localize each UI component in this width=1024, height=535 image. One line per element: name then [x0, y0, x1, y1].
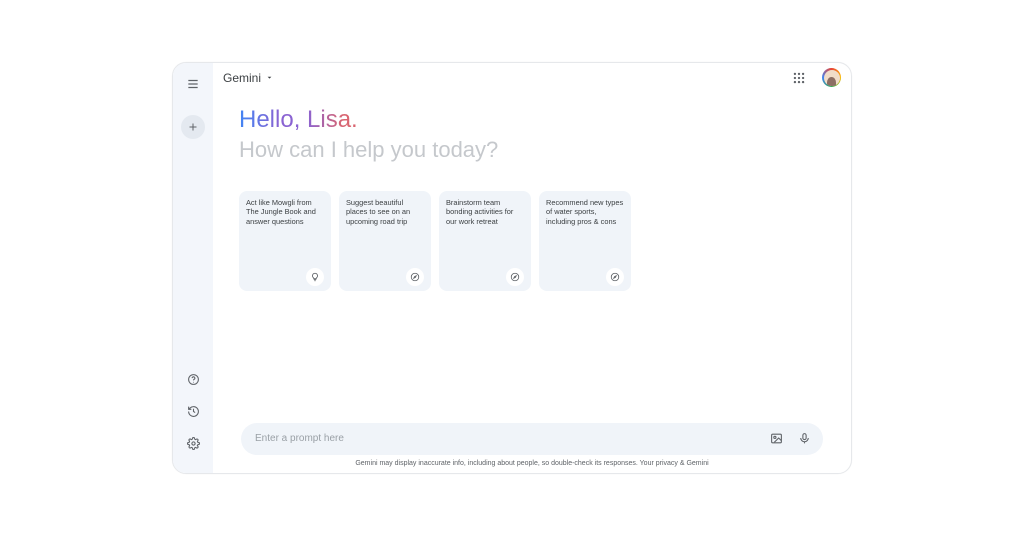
card-icon-compass [506, 268, 524, 286]
avatar-image [824, 70, 840, 86]
menu-button[interactable] [180, 71, 206, 97]
card-icon-compass [406, 268, 424, 286]
compass-icon [510, 272, 520, 282]
mic-button[interactable] [795, 430, 813, 448]
greeting-subtitle: How can I help you today? [239, 137, 825, 163]
main-area: Gemini Hello, Lisa. How can I help you t… [213, 63, 851, 473]
bottom-area: Gemini may display inaccurate info, incl… [213, 423, 851, 473]
account-avatar[interactable] [822, 68, 841, 87]
suggestion-cards: Act like Mowgli from The Jungle Book and… [239, 191, 825, 291]
card-icon-bulb [306, 268, 324, 286]
gear-icon [187, 437, 200, 450]
bulb-icon [310, 272, 320, 282]
prompt-input[interactable] [255, 433, 757, 444]
help-button[interactable] [180, 367, 206, 393]
suggestion-text: Act like Mowgli from The Jungle Book and… [246, 198, 324, 268]
image-icon [770, 432, 783, 445]
card-icon-compass [606, 268, 624, 286]
content: Hello, Lisa. How can I help you today? A… [213, 93, 851, 423]
upload-image-button[interactable] [767, 430, 785, 448]
brand-selector[interactable]: Gemini [223, 71, 274, 85]
suggestion-card[interactable]: Suggest beautiful places to see on an up… [339, 191, 431, 291]
help-icon [187, 373, 200, 386]
suggestion-card[interactable]: Act like Mowgli from The Jungle Book and… [239, 191, 331, 291]
screenshot-stage: Gemini Hello, Lisa. How can I help you t… [0, 0, 1024, 535]
plus-icon [187, 121, 199, 133]
chevron-down-icon [265, 73, 274, 82]
suggestion-text: Suggest beautiful places to see on an up… [346, 198, 424, 268]
google-apps-button[interactable] [788, 67, 810, 89]
suggestion-text: Recommend new types of water sports, inc… [546, 198, 624, 268]
brand-label: Gemini [223, 71, 261, 85]
suggestion-card[interactable]: Recommend new types of water sports, inc… [539, 191, 631, 291]
greeting-line: Hello, Lisa. [239, 105, 825, 135]
new-chat-button[interactable] [181, 115, 205, 139]
greeting-name: Lisa. [307, 106, 358, 133]
settings-button[interactable] [180, 431, 206, 457]
app-window: Gemini Hello, Lisa. How can I help you t… [172, 62, 852, 474]
suggestion-text: Brainstorm team bonding activities for o… [446, 198, 524, 268]
mic-icon [798, 432, 811, 445]
apps-grid-icon [792, 71, 806, 85]
prompt-inputbar[interactable] [241, 423, 823, 455]
compass-icon [610, 272, 620, 282]
disclaimer-text: Gemini may display inaccurate info, incl… [241, 460, 823, 467]
sidebar [173, 63, 213, 473]
compass-icon [410, 272, 420, 282]
history-button[interactable] [180, 399, 206, 425]
suggestion-card[interactable]: Brainstorm team bonding activities for o… [439, 191, 531, 291]
hamburger-icon [186, 77, 200, 91]
greeting-hello: Hello, [239, 106, 307, 133]
topbar: Gemini [213, 63, 851, 93]
history-icon [187, 405, 200, 418]
